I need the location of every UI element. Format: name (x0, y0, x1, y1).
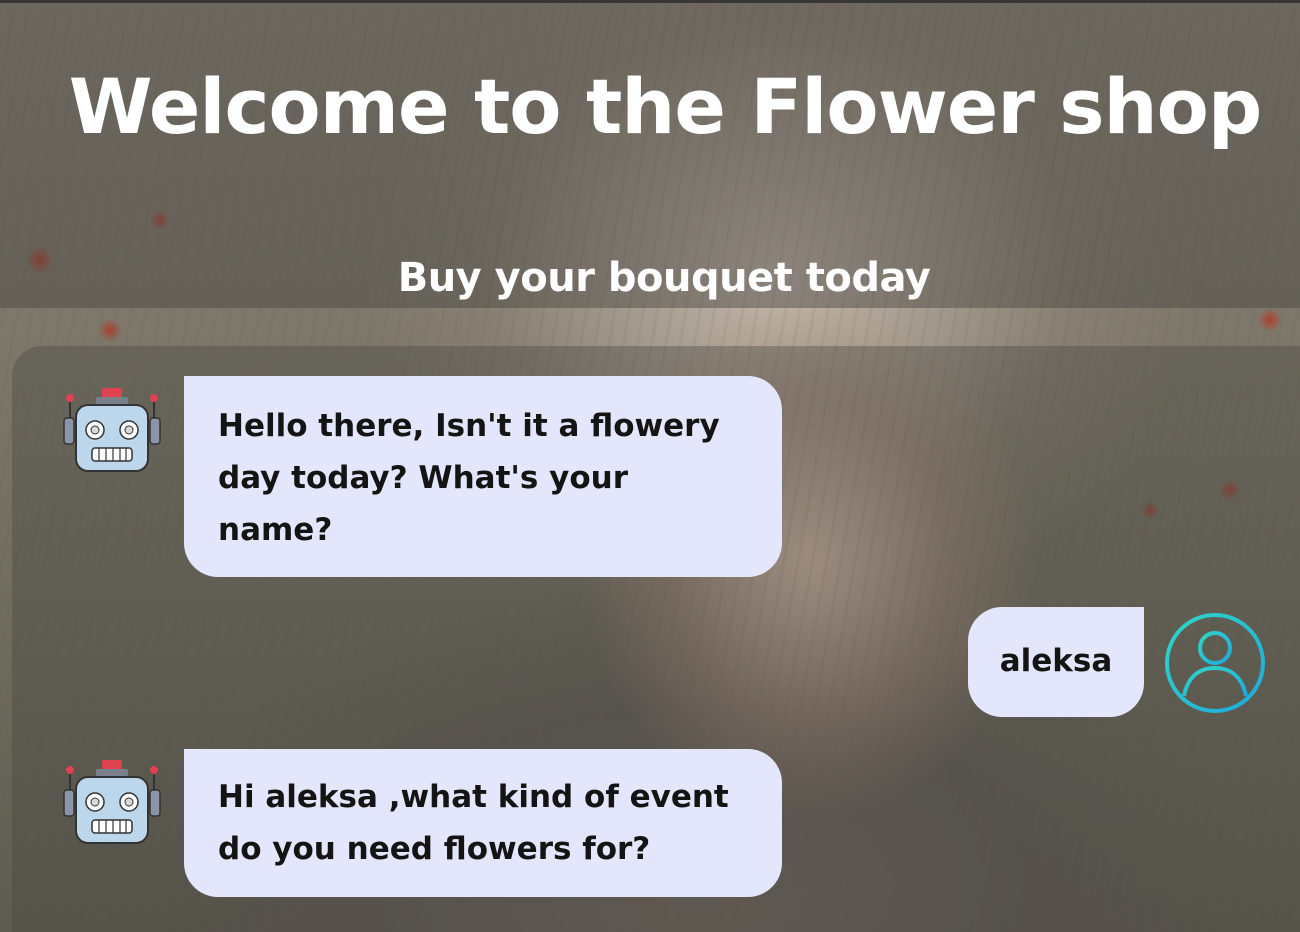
bot-message-text: Hello there, Isn't it a flowery day toda… (218, 408, 720, 548)
user-message: aleksa (968, 607, 1144, 717)
user-message-text: aleksa (999, 643, 1113, 679)
page-title: Welcome to the Flower shop (68, 61, 1262, 151)
header: Welcome to the Flower shop Buy your bouq… (0, 0, 1300, 308)
robot-icon (62, 760, 162, 848)
robot-icon (62, 388, 162, 476)
bot-message: Hello there, Isn't it a flowery day toda… (184, 376, 782, 577)
bot-message-text: Hi aleksa ,what kind of event do you nee… (218, 779, 729, 867)
user-profile-icon (1164, 612, 1266, 714)
page-subtitle: Buy your bouquet today (397, 255, 931, 302)
bot-message: Hi aleksa ,what kind of event do you nee… (184, 749, 782, 897)
